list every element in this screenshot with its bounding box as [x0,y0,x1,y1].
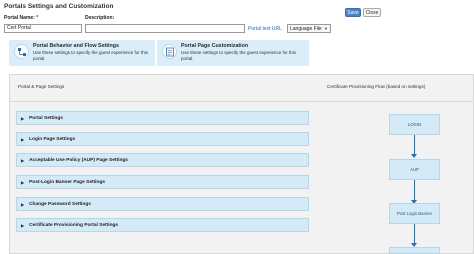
provisioning-flow-heading: Certificate Provisioning Flow (based on … [327,84,426,89]
caret-right-icon: ▶ [21,179,25,185]
portal-name-label-text: Portal Name: [4,15,35,21]
section-label: Portal Settings [29,115,63,121]
description-field[interactable] [85,24,245,33]
caret-right-icon: ▶ [21,115,25,121]
caret-right-icon: ▶ [21,136,25,142]
flow-step-login: LOGIN [389,114,440,135]
flow-connector [414,224,415,244]
flow-connector [414,135,415,155]
workflow-icon [14,44,29,59]
portal-test-url-link[interactable]: Portal test URL [248,26,282,32]
section-label: Login Page Settings [29,136,76,142]
portal-behavior-info-box[interactable]: Portal Behavior and Flow Settings Use th… [9,40,155,66]
section-label: Certificate Provisioning Portal Settings [29,222,119,228]
info-box-title: Portal Page Customization [181,43,249,49]
section-label: Post-Login Banner Page Settings [29,179,106,185]
language-file-dropdown[interactable]: Language File ▼ [287,24,331,33]
post-login-banner-settings-section[interactable]: ▶ Post-Login Banner Page Settings [16,175,309,189]
close-button[interactable]: Close [363,8,381,17]
required-mark: * [36,15,39,21]
language-file-label: Language File [290,25,322,32]
caret-right-icon: ▶ [21,157,25,163]
chevron-down-icon: ▼ [324,26,328,31]
description-label: Description: [85,15,115,21]
panel-divider [10,101,474,102]
flow-step-next [389,247,440,254]
caret-right-icon: ▶ [21,222,25,228]
aup-page-settings-section[interactable]: ▶ Acceptable Use Policy (AUP) Page Setti… [16,153,309,167]
save-button[interactable]: Save [345,8,361,17]
info-box-description: Use these settings to specify the guest … [33,50,149,61]
login-page-settings-section[interactable]: ▶ Login Page Settings [16,132,309,146]
info-box-description: Use these settings to specify the guest … [181,50,297,61]
portal-settings-section[interactable]: ▶ Portal Settings [16,111,309,125]
flow-connector [414,180,415,201]
change-password-settings-section[interactable]: ▶ Change Password Settings [16,197,309,211]
flow-step-post-login-banner: Post Login Banner [389,203,440,224]
flow-arrow-icon [411,154,417,158]
caret-right-icon: ▶ [21,201,25,207]
section-label: Change Password Settings [29,201,91,207]
portal-name-label: Portal Name: * [4,15,38,21]
info-box-title: Portal Behavior and Flow Settings [33,43,119,49]
section-label: Acceptable Use Policy (AUP) Page Setting… [29,157,128,163]
flow-step-aup: AUP [389,159,440,180]
portal-name-field[interactable]: Cert Portal [4,24,82,33]
portal-page-settings-heading: Portal & Page Settings [18,84,65,89]
page-customization-icon [162,44,177,59]
page-title: Portals Settings and Customization [4,3,114,10]
certificate-provisioning-settings-section[interactable]: ▶ Certificate Provisioning Portal Settin… [16,218,309,232]
page-customization-info-box[interactable]: Portal Page Customization Use these sett… [157,40,309,66]
